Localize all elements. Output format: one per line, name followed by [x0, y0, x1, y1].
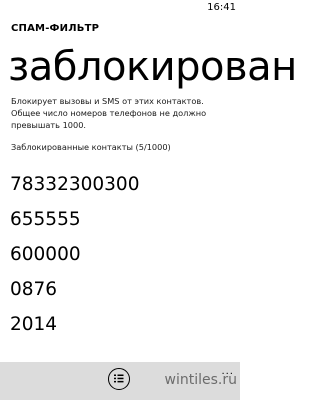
select-button[interactable] — [108, 368, 130, 390]
blocked-contacts-list: 78332300300 655555 600000 0876 2014 — [10, 167, 139, 342]
watermark: wintiles.ru — [164, 372, 237, 388]
contact-item[interactable]: 78332300300 — [10, 167, 139, 202]
contact-item[interactable]: 2014 — [10, 307, 139, 342]
contact-item[interactable]: 655555 — [10, 202, 139, 237]
contact-item[interactable]: 0876 — [10, 272, 139, 307]
blocked-contacts-header: Заблокированные контакты (5/1000) — [11, 142, 171, 152]
app-title: СПАМ-ФИЛЬТР — [11, 23, 100, 34]
page-title: заблокирован — [8, 44, 297, 90]
description-text: Блокирует вызовы и SMS от этих контактов… — [11, 96, 207, 130]
status-time: 16:41 — [207, 2, 236, 13]
contact-item[interactable]: 600000 — [10, 237, 139, 272]
status-bar: 16:41 — [0, 0, 240, 16]
list-select-icon — [114, 374, 124, 383]
